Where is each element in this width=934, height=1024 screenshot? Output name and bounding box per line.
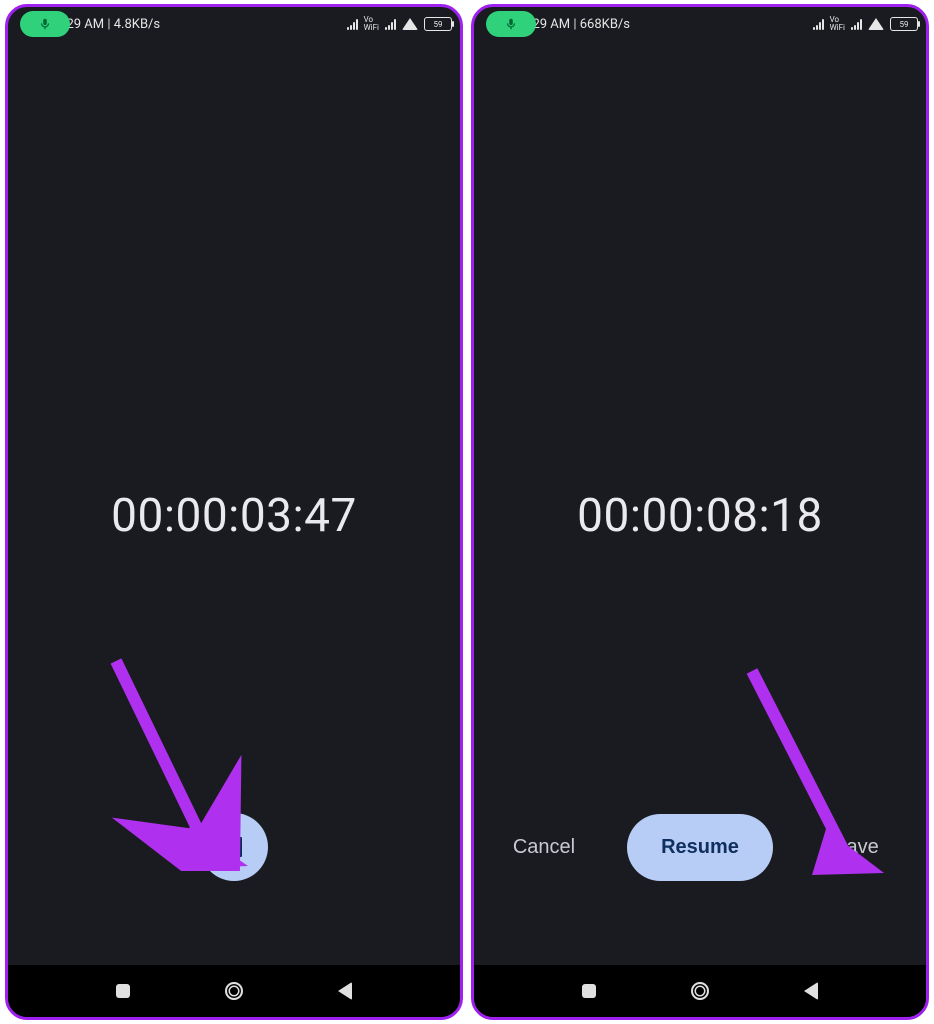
status-bar: 6:29 AM | 4.8KB/s Vo WiFi 59 [8, 7, 460, 41]
mic-icon [38, 17, 52, 31]
status-bar: 6:29 AM | 668KB/s Vo WiFi 59 [474, 7, 926, 41]
recording-timer: 00:00:03:47 [8, 489, 460, 543]
battery-icon: 59 [424, 17, 452, 31]
save-button[interactable]: Save [816, 836, 896, 859]
recording-controls: Cancel Resume Save [474, 814, 926, 881]
wifi-icon [868, 18, 884, 30]
signal-icon-2 [851, 18, 862, 30]
pause-icon [227, 837, 242, 857]
nav-back-icon[interactable] [338, 982, 352, 1000]
nav-home-icon[interactable] [225, 982, 243, 1000]
screenshot-recording-running: 6:29 AM | 4.8KB/s Vo WiFi 59 00:00:03:47 [5, 4, 463, 1020]
wifi-icon [402, 18, 418, 30]
nav-home-icon[interactable] [691, 982, 709, 1000]
recording-timer: 00:00:08:18 [474, 489, 926, 543]
vowifi-icon: Vo WiFi [830, 16, 845, 32]
status-right-cluster: Vo WiFi 59 [347, 16, 452, 32]
recording-controls [8, 813, 460, 881]
resume-button[interactable]: Resume [627, 814, 773, 881]
status-time: 6:29 AM | 4.8KB/s [56, 17, 160, 32]
cancel-button[interactable]: Cancel [504, 836, 584, 859]
mic-icon [504, 17, 518, 31]
signal-icon-2 [385, 18, 396, 30]
android-nav-bar [8, 965, 460, 1017]
status-time: 6:29 AM | 668KB/s [522, 17, 630, 32]
signal-icon [813, 18, 824, 30]
nav-back-icon[interactable] [804, 982, 818, 1000]
recorder-main-area: 00:00:03:47 [8, 41, 460, 965]
nav-recent-icon[interactable] [116, 984, 130, 998]
android-nav-bar [474, 965, 926, 1017]
mic-recording-indicator[interactable] [20, 11, 70, 37]
signal-icon [347, 18, 358, 30]
vowifi-icon: Vo WiFi [364, 16, 379, 32]
recorder-main-area: 00:00:08:18 Cancel Resume Save [474, 41, 926, 965]
screenshot-recording-paused: 6:29 AM | 668KB/s Vo WiFi 59 00:00:08:18… [471, 4, 929, 1020]
status-right-cluster: Vo WiFi 59 [813, 16, 918, 32]
mic-recording-indicator[interactable] [486, 11, 536, 37]
battery-icon: 59 [890, 17, 918, 31]
pause-button[interactable] [200, 813, 268, 881]
nav-recent-icon[interactable] [582, 984, 596, 998]
